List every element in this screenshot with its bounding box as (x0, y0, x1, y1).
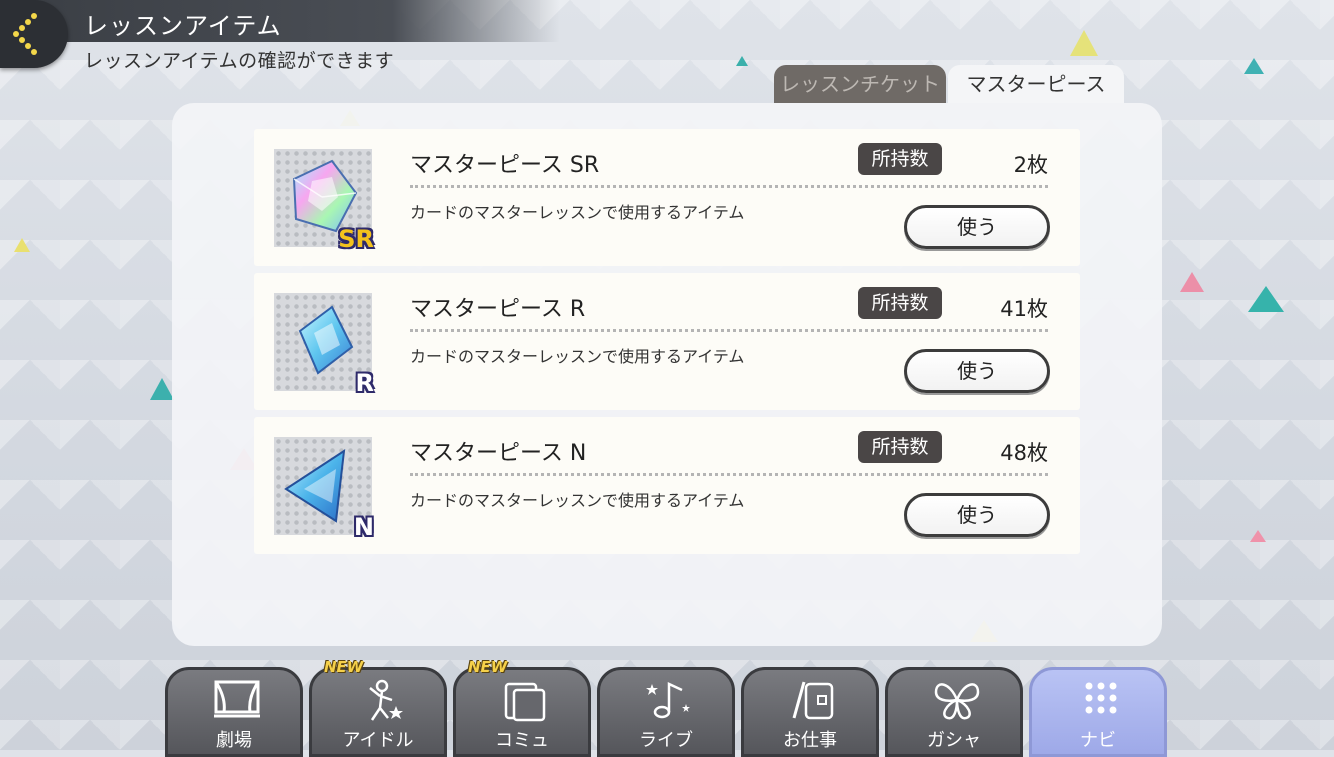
music-note-icon (646, 682, 690, 719)
item-description: カードのマスターレッスンで使用するアイテム (410, 203, 745, 222)
nav-label: お仕事 (783, 730, 837, 751)
nav-navi[interactable]: ナビ (1029, 667, 1167, 757)
owned-badge: 所持数 (858, 431, 942, 463)
confetti-decoration (1250, 530, 1266, 542)
nav-live[interactable]: ライブ (597, 667, 735, 757)
theater-icon (214, 680, 260, 718)
item-description: カードのマスターレッスンで使用するアイテム (410, 347, 745, 366)
confetti-decoration (1070, 30, 1098, 56)
nav-label: コミュ (495, 730, 549, 751)
tab-lesson-ticket[interactable]: レッスンチケット (774, 65, 946, 103)
item-name: マスターピース N (410, 441, 587, 466)
confetti-decoration (14, 238, 30, 252)
owned-count: 48枚 (1000, 441, 1048, 465)
confetti-decoration (1248, 286, 1284, 312)
divider (410, 329, 1048, 332)
page-subtitle: レッスンアイテムの確認ができます (84, 50, 395, 72)
item-row: SR マスターピース SR 所持数 2枚 カードのマスターレッスンで使用するアイ… (254, 129, 1080, 266)
butterfly-icon (934, 683, 980, 720)
nav-label: ガシャ (927, 730, 981, 751)
nav-label: ライブ (639, 730, 693, 751)
confetti-decoration (1180, 272, 1204, 292)
confetti-decoration (736, 56, 748, 66)
owned-badge: 所持数 (858, 143, 942, 175)
new-badge: NEW (324, 658, 364, 676)
item-row: N マスターピース N 所持数 48枚 カードのマスターレッスンで使用するアイテ… (254, 417, 1080, 554)
folder-icon (504, 682, 546, 722)
owned-count: 2枚 (1013, 153, 1048, 177)
use-button[interactable]: 使う (904, 349, 1050, 393)
idol-icon (369, 679, 403, 721)
nav-label: ナビ (1080, 730, 1116, 751)
item-row: R マスターピース R 所持数 41枚 カードのマスターレッスンで使用するアイテ… (254, 273, 1080, 410)
masterpiece-n-icon: N (274, 437, 374, 541)
nav-theater[interactable]: 劇場 (165, 667, 303, 757)
confetti-decoration (150, 378, 174, 400)
item-name: マスターピース R (410, 297, 586, 322)
rarity-label: N (353, 513, 374, 541)
masterpiece-r-icon: R (274, 293, 374, 397)
notebook-icon (792, 681, 834, 720)
divider (410, 185, 1048, 188)
grid-icon (1085, 682, 1117, 714)
rarity-label: R (355, 369, 374, 397)
nav-work[interactable]: お仕事 (741, 667, 879, 757)
divider (410, 473, 1048, 476)
page-title: レッスンアイテム (84, 12, 282, 40)
item-name: マスターピース SR (410, 153, 600, 178)
use-button[interactable]: 使う (904, 493, 1050, 537)
rarity-label: SR (338, 225, 374, 253)
nav-label: 劇場 (216, 730, 252, 751)
item-description: カードのマスターレッスンで使用するアイテム (410, 491, 745, 510)
owned-badge: 所持数 (858, 287, 942, 319)
chevron-left-icon (13, 13, 37, 55)
nav-idol[interactable]: アイドル (309, 667, 447, 757)
masterpiece-sr-icon: SR (274, 149, 374, 253)
new-badge: NEW (468, 658, 508, 676)
owned-count: 41枚 (1000, 297, 1048, 321)
nav-gacha[interactable]: ガシャ (885, 667, 1023, 757)
nav-commu[interactable]: コミュ (453, 667, 591, 757)
tab-masterpiece[interactable]: マスターピース (948, 65, 1124, 103)
nav-label: アイドル (342, 730, 414, 751)
back-button[interactable] (0, 0, 68, 68)
confetti-decoration (1244, 58, 1264, 74)
use-button[interactable]: 使う (904, 205, 1050, 249)
